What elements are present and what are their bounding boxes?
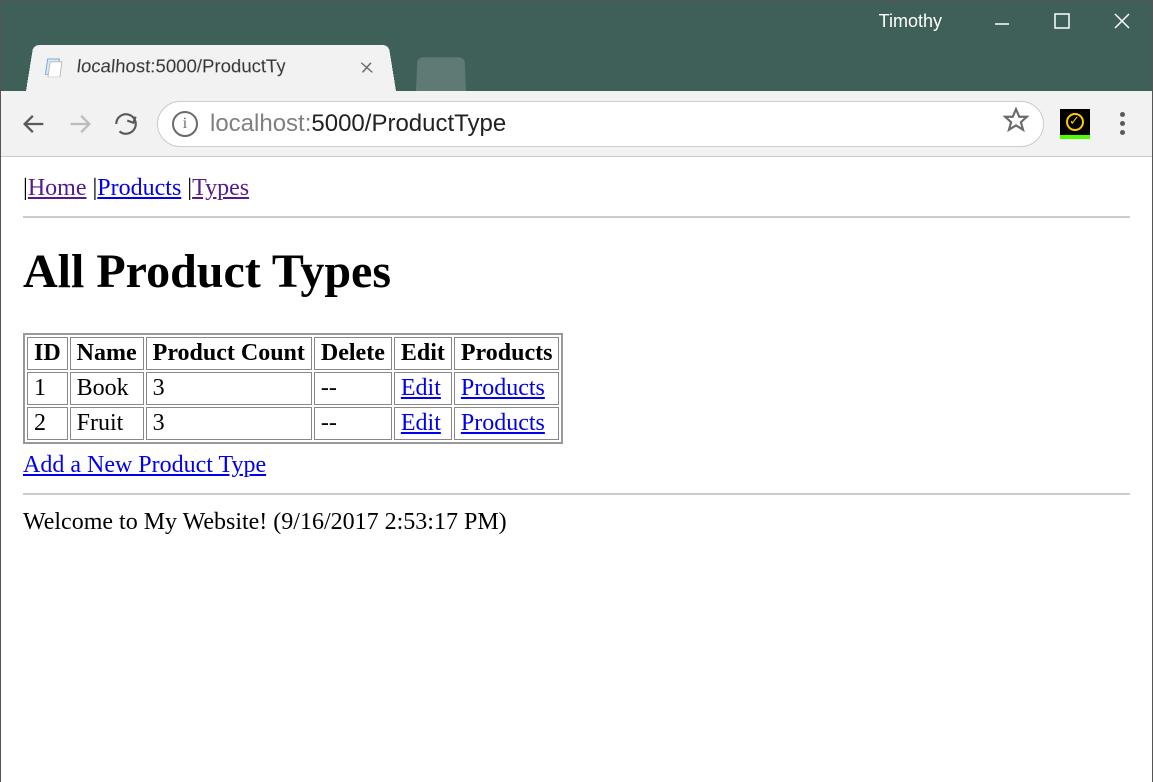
divider	[23, 216, 1130, 218]
window-controls	[972, 1, 1152, 41]
site-info-icon[interactable]: i	[172, 111, 198, 137]
dot-icon	[1120, 112, 1125, 117]
cell-delete: --	[314, 372, 392, 405]
th-name: Name	[70, 337, 144, 370]
page-nav: |Home |Products |Types	[23, 175, 1130, 202]
cell-id: 1	[27, 372, 68, 405]
page-title: All Product Types	[23, 244, 1130, 299]
browser-menu-button[interactable]	[1102, 101, 1142, 147]
nav-products[interactable]: Products	[97, 175, 181, 201]
cell-delete: --	[314, 407, 392, 440]
window-titlebar: Timothy	[1, 1, 1152, 41]
close-icon	[359, 61, 375, 74]
bookmark-button[interactable]	[1003, 107, 1029, 140]
star-icon	[1003, 107, 1029, 133]
cell-count: 3	[146, 372, 312, 405]
maximize-button[interactable]	[1032, 1, 1092, 41]
table-header-row: ID Name Product Count Delete Edit Produc…	[27, 337, 559, 370]
products-link[interactable]: Products	[461, 375, 545, 401]
nav-home[interactable]: Home	[28, 175, 87, 201]
th-edit: Edit	[394, 337, 452, 370]
table-row: 1 Book 3 -- Edit Products	[27, 372, 559, 405]
nav-types[interactable]: Types	[192, 175, 249, 201]
window-username: Timothy	[879, 11, 942, 32]
th-id: ID	[27, 337, 68, 370]
reload-button[interactable]	[103, 101, 149, 147]
norton-extension-icon[interactable]	[1060, 109, 1090, 139]
cell-edit: Edit	[394, 407, 452, 440]
address-bar[interactable]: i localhost:5000/ProductType	[157, 101, 1044, 147]
cell-id: 2	[27, 407, 68, 440]
page-favicon-icon	[42, 57, 66, 78]
dot-icon	[1120, 121, 1125, 126]
cell-count: 3	[146, 407, 312, 440]
arrow-right-icon	[66, 110, 94, 138]
th-products: Products	[454, 337, 560, 370]
url-host: localhost:	[210, 110, 311, 138]
back-button[interactable]	[11, 101, 57, 147]
products-link[interactable]: Products	[461, 410, 545, 436]
maximize-icon	[1053, 12, 1071, 30]
dot-icon	[1120, 130, 1125, 135]
th-count: Product Count	[146, 337, 312, 370]
add-product-type-link[interactable]: Add a New Product Type	[23, 452, 266, 479]
cell-name: Book	[70, 372, 144, 405]
tab-close-button[interactable]	[356, 58, 378, 77]
tab-title: localhost:5000/ProductTy	[76, 57, 359, 78]
arrow-left-icon	[20, 110, 48, 138]
tab-strip: localhost:5000/ProductTy	[1, 41, 1152, 91]
close-icon	[1113, 12, 1131, 30]
th-delete: Delete	[314, 337, 392, 370]
cell-edit: Edit	[394, 372, 452, 405]
url-path: 5000/ProductType	[311, 110, 506, 138]
forward-button[interactable]	[57, 101, 103, 147]
reload-icon	[113, 111, 139, 137]
minimize-button[interactable]	[972, 1, 1032, 41]
cell-products: Products	[454, 407, 560, 440]
browser-toolbar: i localhost:5000/ProductType	[1, 91, 1152, 157]
page-viewport: |Home |Products |Types All Product Types…	[1, 157, 1152, 782]
welcome-message: Welcome to My Website! (9/16/2017 2:53:1…	[23, 509, 1130, 536]
new-tab-button[interactable]	[416, 57, 466, 91]
table-row: 2 Fruit 3 -- Edit Products	[27, 407, 559, 440]
minimize-icon	[993, 12, 1011, 30]
product-types-table: ID Name Product Count Delete Edit Produc…	[23, 333, 563, 444]
close-button[interactable]	[1092, 1, 1152, 41]
divider	[23, 493, 1130, 495]
cell-products: Products	[454, 372, 560, 405]
tab-active[interactable]: localhost:5000/ProductTy	[26, 45, 396, 91]
edit-link[interactable]: Edit	[401, 375, 441, 401]
edit-link[interactable]: Edit	[401, 410, 441, 436]
cell-name: Fruit	[70, 407, 144, 440]
